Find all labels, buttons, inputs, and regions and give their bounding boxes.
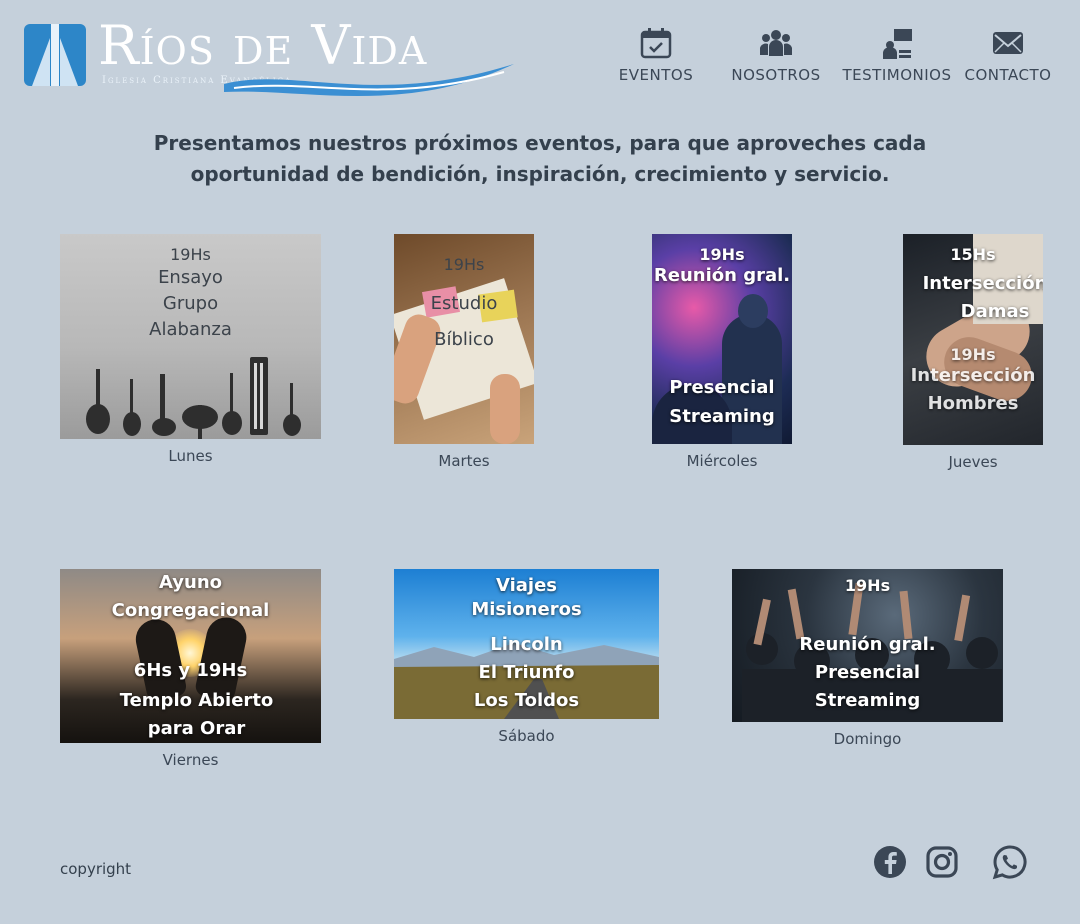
musical-instruments-photo: 19Hs Ensayo Grupo Alabanza — [60, 234, 321, 439]
nav-item-eventos[interactable]: EVENTOS — [616, 26, 696, 84]
event-subtitle-line: para Orar — [147, 718, 246, 739]
calendar-check-icon — [640, 28, 672, 59]
event-mode: Streaming — [669, 406, 775, 427]
church-emblem-icon — [24, 24, 86, 86]
event-card-jueves[interactable]: 15Hs Intersección Damas 19Hs Intersecció… — [903, 234, 1043, 471]
instagram-icon[interactable] — [924, 844, 960, 880]
event-title-line: Intersección — [910, 365, 1036, 386]
event-title-line: Grupo — [162, 293, 219, 314]
event-day: Miércoles — [686, 452, 758, 470]
event-day: Martes — [438, 452, 490, 470]
event-day: Domingo — [833, 730, 902, 748]
event-day: Sábado — [498, 727, 555, 745]
event-place: Los Toldos — [473, 690, 580, 711]
wave-icon — [224, 64, 514, 96]
congregation-photo: 19Hs Reunión gral. Presencial Streaming — [652, 234, 792, 444]
event-card-sabado[interactable]: Viajes Misioneros Lincoln El Triunfo Los… — [394, 569, 659, 745]
envelope-icon — [993, 32, 1023, 54]
event-title-line: Misioneros — [471, 599, 582, 620]
whatsapp-icon[interactable] — [992, 844, 1028, 880]
brand-logo[interactable]: Ríos de Vida Iglesia Cristiana Evangélic… — [24, 14, 514, 100]
event-title-line: Hombres — [927, 393, 1019, 414]
event-card-lunes[interactable]: 19Hs Ensayo Grupo Alabanza Lunes — [60, 234, 321, 465]
event-place: El Triunfo — [478, 662, 575, 683]
event-card-miercoles[interactable]: 19Hs Reunión gral. Presencial Streaming … — [652, 234, 792, 470]
event-time: 15Hs — [950, 245, 996, 264]
sunset-hands-photo: Ayuno Congregacional 6Hs y 19Hs Templo A… — [60, 569, 321, 743]
event-title-line: Intersección — [922, 273, 1043, 294]
event-time: 19Hs — [170, 245, 211, 264]
person-speaking-icon — [883, 29, 912, 59]
landscape-road-photo: Viajes Misioneros Lincoln El Triunfo Los… — [394, 569, 659, 719]
event-title-line: Ayuno — [158, 572, 223, 593]
event-mode: Presencial — [669, 377, 775, 398]
event-title: Reunión gral. — [653, 265, 791, 286]
event-title: Reunión gral. — [799, 634, 936, 655]
praying-hands-photo: 15Hs Intersección Damas 19Hs Intersecció… — [903, 234, 1043, 445]
nav-label-nosotros: NOSOTROS — [731, 66, 821, 84]
event-mode: Presencial — [814, 662, 921, 683]
event-subtitle-line: Templo Abierto — [119, 690, 274, 711]
nav-item-testimonios[interactable]: TESTIMONIOS — [840, 26, 954, 84]
event-title-line: Bíblico — [434, 329, 494, 350]
event-title-line: Ensayo — [158, 267, 223, 288]
facebook-icon[interactable] — [872, 844, 908, 880]
event-title-line: Congregacional — [111, 600, 270, 621]
event-title-line: Alabanza — [149, 319, 232, 340]
nav-label-eventos: EVENTOS — [618, 66, 694, 84]
nav-label-testimonios: TESTIMONIOS — [842, 66, 952, 84]
copyright-text: copyright — [60, 860, 132, 878]
event-mode: Streaming — [814, 690, 921, 711]
nav-item-contacto[interactable]: CONTACTO — [964, 26, 1052, 84]
event-place: Lincoln — [490, 634, 563, 655]
event-title-line: Estudio — [430, 293, 498, 314]
event-day: Viernes — [162, 751, 219, 769]
nav-item-nosotros[interactable]: NOSOTROS — [728, 26, 824, 84]
event-card-domingo[interactable]: 19Hs Reunión gral. Presencial Streaming … — [732, 569, 1003, 748]
intro-text: Presentamos nuestros próximos eventos, p… — [153, 131, 927, 186]
event-time: 6Hs y 19Hs — [133, 660, 248, 681]
people-group-icon — [760, 30, 792, 56]
event-card-viernes[interactable]: Ayuno Congregacional 6Hs y 19Hs Templo A… — [60, 569, 321, 769]
event-time: 19Hs — [443, 255, 485, 274]
event-title-line: Damas — [960, 301, 1030, 322]
bible-study-photo: 19Hs Estudio Bíblico — [394, 234, 534, 444]
nav-label-contacto: CONTACTO — [964, 66, 1052, 84]
event-day: Jueves — [948, 453, 998, 471]
event-card-martes[interactable]: 19Hs Estudio Bíblico Martes — [394, 234, 534, 470]
worship-crowd-photo: 19Hs Reunión gral. Presencial Streaming — [732, 569, 1003, 722]
event-day: Lunes — [168, 447, 213, 465]
main-nav: EVENTOS NOSOTROS TESTIMONIOS CONTACTO — [600, 26, 1056, 96]
event-time: 19Hs — [844, 576, 891, 595]
